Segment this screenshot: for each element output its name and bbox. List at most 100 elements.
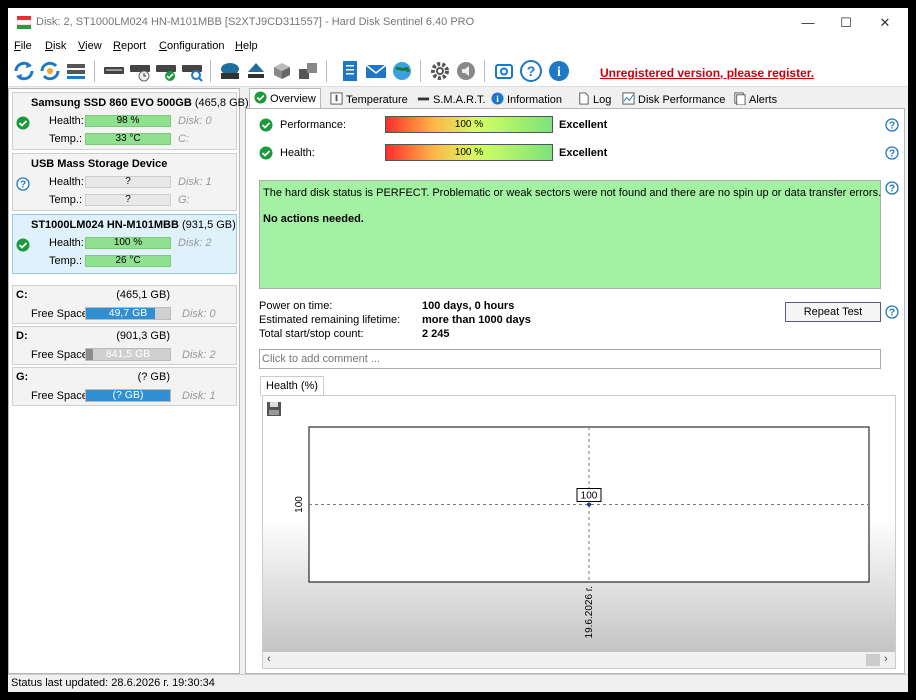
thermometer-icon [330,92,343,105]
menu-help-accel: H [235,40,243,52]
partition-size: (465,1 GB) [116,289,170,301]
minimize-button[interactable]: — [788,8,828,38]
disk-ref: Disk: 2 [182,349,216,361]
disk-item-samsung[interactable]: Samsung SSD 860 EVO 500GB (465,8 GB) Hea… [12,92,249,150]
disk-search-icon[interactable] [180,59,204,83]
screenshot-icon[interactable] [492,59,516,83]
tab-disk-performance[interactable]: Disk Performance [617,89,730,108]
repeat-test-button[interactable]: Repeat Test [785,302,881,322]
eject-icon[interactable] [244,59,268,83]
settings-icon[interactable] [428,59,452,83]
disk-item-st1000[interactable]: ST1000LM024 HN-M101MBB (931,5 GB) Health… [12,214,237,274]
maximize-button[interactable]: ☐ [826,8,866,38]
check-icon [254,91,267,104]
disk-info-icon[interactable] [102,59,126,83]
tab-information[interactable]: i Information [486,89,567,108]
partition-size: (? GB) [137,371,170,383]
disk-size: (931,5 GB) [182,219,236,231]
power-on-value: 100 days, 0 hours [422,300,515,312]
partition-letter: D: [16,330,28,342]
free-space-value: (? GB) [112,389,144,401]
register-link[interactable]: Unregistered version, please register. [600,66,814,80]
free-space-bar: 49,7 GB [85,307,171,320]
comment-input[interactable] [259,349,881,369]
save-icon[interactable] [266,401,282,417]
power-on-label: Power on time: [259,300,333,312]
disk-surface-icon[interactable] [218,59,242,83]
sound-icon[interactable] [454,59,478,83]
menu-help-label: elp [242,40,258,52]
help-icon[interactable]: ? [885,305,899,319]
help-icon[interactable]: ? [885,181,899,195]
menu-configuration[interactable]: Configuration [159,40,224,52]
disk-schedule-icon[interactable] [128,59,152,83]
partition-c[interactable]: C: (465,1 GB) Free Space 49,7 GB Disk: 0 [12,285,237,324]
performance-label: Performance: [280,119,347,131]
status-ok-icon [16,238,30,252]
performance-ok-icon [259,118,273,132]
menu-report-label: eport [120,40,147,52]
tab-log[interactable]: Log [572,89,616,108]
network-drives-icon[interactable] [296,59,320,83]
disk-size: (465,8 GB) [194,97,249,109]
temp-label: Temp.: [49,133,83,145]
info-icon: i [491,92,504,105]
tab-temperature[interactable]: Temperature [325,89,413,108]
tab-smart[interactable]: S.M.A.R.T. [412,89,491,108]
smart-icon [417,97,430,101]
toolbar-separator [420,60,421,82]
scroll-thumb[interactable] [866,654,880,666]
lifetime-label: Estimated remaining lifetime: [259,314,401,326]
help-icon[interactable]: ? [885,118,899,132]
toolbar-separator [210,60,211,82]
refresh-icon[interactable] [12,59,36,83]
menu-help[interactable]: Help [235,40,258,52]
disk-list-icon[interactable] [64,59,88,83]
web-report-icon[interactable] [390,59,414,83]
tab-health-chart[interactable]: Health (%) [260,376,324,396]
health-chart: 100 100 19.6.2026 г. ‹ › [262,395,896,669]
disk-name: USB Mass Storage Device [31,158,168,170]
scroll-left-icon[interactable]: ‹ [267,653,271,665]
toolbar-separator [484,60,485,82]
temp-bar: ? [85,194,171,206]
health-bar: 100 % [385,144,553,161]
menu-disk[interactable]: Disk [45,40,66,52]
free-space-label: Free Space [31,390,88,402]
partition-d[interactable]: D: (901,3 GB) Free Space 841,5 GB Disk: … [12,326,237,365]
menu-file[interactable]: File [14,40,32,52]
about-info-icon[interactable]: i [547,59,571,83]
horizontal-scrollbar[interactable]: ‹ › [263,652,895,668]
close-button[interactable]: ✕ [865,8,905,38]
performance-icon [622,92,635,105]
disk-check-icon[interactable] [154,59,178,83]
menu-report-accel: R [113,40,121,52]
svg-text:?: ? [889,184,895,195]
partition-size: (901,3 GB) [116,330,170,342]
toolbar-separator [94,60,95,82]
email-icon[interactable] [364,59,388,83]
temp-label: Temp.: [49,194,83,206]
report-icon[interactable] [338,59,362,83]
help-icon[interactable]: ? [885,146,899,160]
y-tick-label: 100 [294,496,305,513]
data-label: 100 [581,491,598,502]
disk-name-text: ST1000LM024 HN-M101MBB [31,219,179,231]
menu-view[interactable]: View [78,40,102,52]
disk-ref: Disk: 2 [178,237,212,249]
hardware-icon[interactable] [270,59,294,83]
app-logo-icon [17,16,31,29]
menu-disk-accel: D [45,40,53,52]
tab-alerts[interactable]: Alerts [728,89,782,108]
help-icon[interactable]: ? [519,59,543,83]
scroll-right-icon[interactable]: › [884,653,888,665]
disk-item-usb[interactable]: USB Mass Storage Device ? Health: ? Disk… [12,153,237,211]
menu-file-accel: F [14,40,21,52]
refresh-all-icon[interactable] [38,59,62,83]
action-message: No actions needed. [263,213,364,225]
health-bar: 100 % [85,237,171,249]
health-rating: Excellent [559,147,608,159]
tab-overview[interactable]: Overview [249,88,321,109]
partition-g[interactable]: G: (? GB) Free Space (? GB) Disk: 1 [12,367,237,406]
menu-report[interactable]: Report [113,40,146,52]
